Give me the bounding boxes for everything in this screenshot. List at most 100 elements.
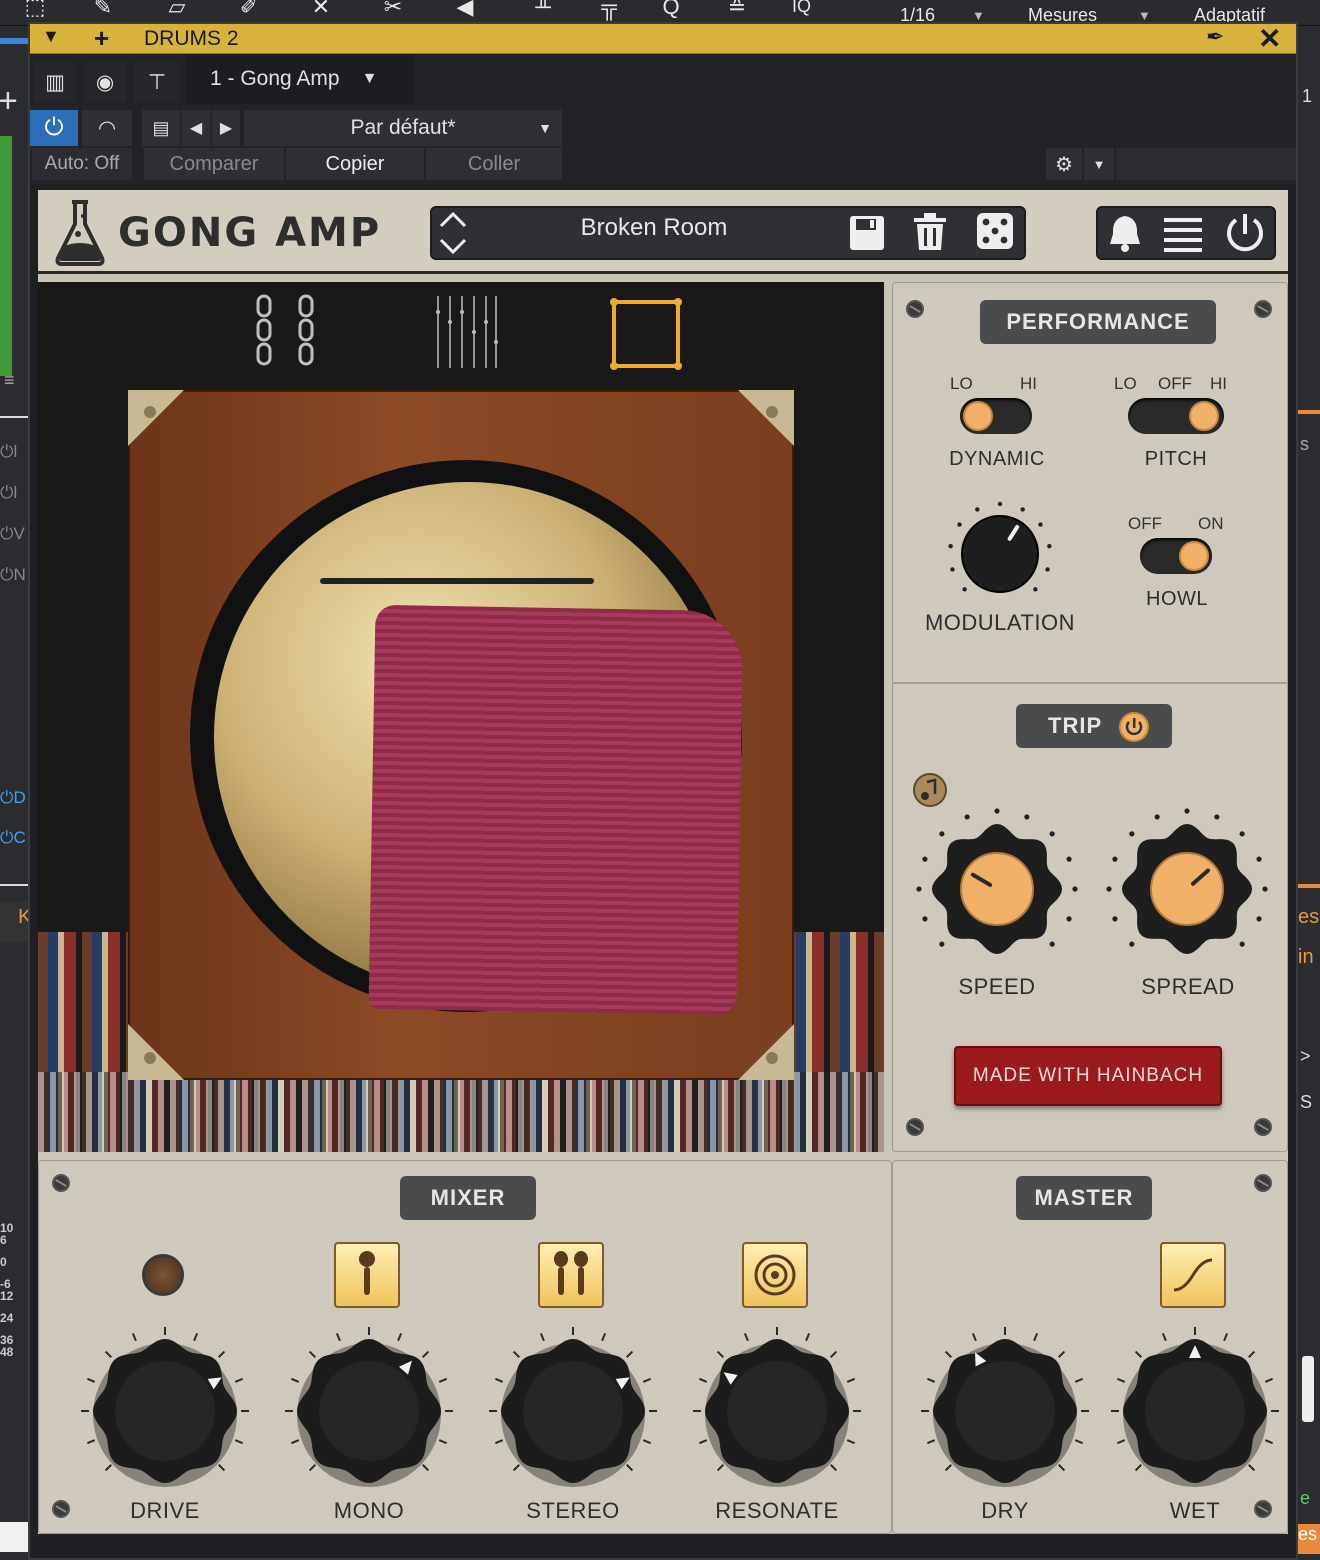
- pitch-lo-label: LO: [1114, 374, 1137, 393]
- right-label: in: [1298, 946, 1314, 968]
- pin-icon[interactable]: ✒: [1206, 24, 1224, 50]
- select-tool-icon[interactable]: ⬚: [18, 0, 52, 19]
- plugin-power-icon[interactable]: [1222, 210, 1268, 256]
- knob-tick: [234, 1377, 243, 1383]
- knob-tick: [994, 808, 1000, 814]
- next-preset-icon[interactable]: ▶: [212, 110, 240, 146]
- grid-dropdown-icon[interactable]: ▼: [972, 8, 985, 23]
- resonate-knob[interactable]: [692, 1326, 862, 1496]
- bell-icon[interactable]: [1104, 212, 1146, 254]
- howl-on-label: ON: [1198, 514, 1224, 533]
- gear-icon[interactable]: ⚙: [1046, 148, 1082, 180]
- dry-knob[interactable]: [920, 1326, 1090, 1496]
- made-with-hainbach-badge[interactable]: MADE WITH HAINBACH: [954, 1046, 1222, 1106]
- paint-tool-icon[interactable]: ✐: [232, 0, 266, 19]
- frame-mode-icon[interactable]: [608, 296, 684, 372]
- knob-tick: [1112, 856, 1118, 862]
- automation-icon[interactable]: ◠: [82, 110, 132, 146]
- howl-toggle[interactable]: [1140, 538, 1212, 574]
- pencil-tool-icon[interactable]: ✎: [86, 0, 120, 19]
- preset-file-icon[interactable]: ▤: [142, 110, 180, 146]
- auto-off-label[interactable]: Auto: Off: [32, 148, 132, 180]
- compare-button[interactable]: Comparer: [144, 148, 284, 180]
- chain-mode-icon[interactable]: [250, 292, 320, 374]
- paste-button[interactable]: Coller: [426, 148, 562, 180]
- window-title-bar: ▼ + DRUMS 2 ✒ ✕: [30, 22, 1296, 55]
- scroll-handle[interactable]: [1302, 1356, 1314, 1422]
- settings-dropdown-icon[interactable]: ▼: [1084, 148, 1114, 180]
- track-row-1: ⏻l: [0, 442, 18, 461]
- screw: [1254, 300, 1272, 318]
- preset-up-down-icon[interactable]: [438, 210, 468, 256]
- thin-chain-mode-icon[interactable]: [432, 292, 502, 374]
- track-color-green: [0, 136, 12, 376]
- resonate-target-icon[interactable]: [742, 1242, 808, 1308]
- drive-knob[interactable]: [80, 1326, 250, 1496]
- knob-tick: [87, 1439, 96, 1445]
- knob-tick: [1239, 831, 1245, 837]
- prev-preset-icon[interactable]: ◀: [182, 110, 210, 146]
- measures-dropdown-icon[interactable]: ▼: [1138, 8, 1151, 23]
- stereo-mic-icon[interactable]: [538, 1242, 604, 1308]
- modulation-knob[interactable]: [944, 498, 1056, 610]
- dynamic-toggle[interactable]: [960, 398, 1032, 434]
- power-icon: ⏻: [0, 788, 14, 807]
- range-tool-icon[interactable]: ╦: [592, 0, 626, 19]
- split-tool-icon[interactable]: ✂: [376, 0, 410, 19]
- knob-tick: [1129, 941, 1135, 947]
- track-row-6: ⏻C: [0, 828, 26, 847]
- knob-tick: [1161, 1333, 1167, 1342]
- preset-select[interactable]: Par défaut* ▼: [244, 110, 562, 146]
- close-icon[interactable]: ✕: [1258, 22, 1281, 55]
- dynamic-hi-label: HI: [1020, 374, 1037, 393]
- zoom-tool-icon[interactable]: Q: [654, 0, 688, 19]
- iq-button[interactable]: IQ: [792, 0, 811, 17]
- random-dice-icon[interactable]: [976, 212, 1014, 250]
- stereo-knob[interactable]: [488, 1326, 658, 1496]
- plugin-slot-select[interactable]: 1 - Gong Amp ▼: [186, 54, 414, 104]
- knob-tick: [422, 1350, 430, 1358]
- mute-tool-icon[interactable]: ✕: [304, 0, 338, 19]
- save-icon[interactable]: [848, 214, 886, 252]
- collapse-icon[interactable]: ▼: [42, 26, 60, 47]
- preset-name[interactable]: Broken Room: [470, 214, 838, 242]
- eraser-tool-icon[interactable]: ▱: [160, 0, 194, 19]
- curve-icon[interactable]: [1160, 1242, 1226, 1308]
- mono-mic-icon[interactable]: [334, 1242, 400, 1308]
- knob-tick: [1074, 1439, 1083, 1445]
- knob-tick: [104, 1464, 112, 1472]
- speed-knob[interactable]: [912, 804, 1082, 974]
- power-button[interactable]: ⏻: [30, 110, 78, 146]
- add-track-icon[interactable]: +: [0, 82, 18, 121]
- knob-tick: [601, 1333, 607, 1342]
- trash-icon[interactable]: [912, 212, 948, 252]
- music-note-icon[interactable]: [912, 772, 948, 808]
- add-icon[interactable]: +: [94, 23, 109, 54]
- trip-power-icon[interactable]: [1118, 711, 1150, 743]
- gong-scene: [38, 282, 884, 1152]
- mono-knob[interactable]: [284, 1326, 454, 1496]
- pitch-toggle[interactable]: [1128, 398, 1224, 434]
- knob-tick: [716, 1350, 724, 1358]
- listen-tool-icon[interactable]: ◀: [448, 0, 482, 19]
- routing-icon[interactable]: ⊤: [134, 62, 180, 102]
- snap-tool-icon[interactable]: ≙: [720, 0, 754, 19]
- dial-icon[interactable]: ◉: [84, 62, 126, 102]
- knob-tick: [1049, 941, 1055, 947]
- knob-tick: [1033, 1333, 1039, 1342]
- knob-tick: [1248, 1350, 1256, 1358]
- mixer-view-icon[interactable]: ▥: [34, 62, 76, 102]
- dry-label: DRY: [981, 1498, 1029, 1523]
- right-label: s: [1300, 434, 1309, 454]
- bend-tool-icon[interactable]: ╨: [526, 0, 560, 19]
- right-label: e: [1300, 1488, 1311, 1508]
- copy-button[interactable]: Copier: [286, 148, 424, 180]
- wet-knob[interactable]: [1110, 1326, 1280, 1496]
- menu-icon[interactable]: [1162, 212, 1204, 254]
- knob-tick: [1024, 814, 1030, 820]
- drive-led[interactable]: [142, 1254, 184, 1296]
- list-icon[interactable]: ≡: [4, 370, 15, 391]
- screw: [52, 1500, 70, 1518]
- plugin-brand: GONG AMP: [118, 210, 382, 256]
- spread-knob[interactable]: [1102, 804, 1272, 974]
